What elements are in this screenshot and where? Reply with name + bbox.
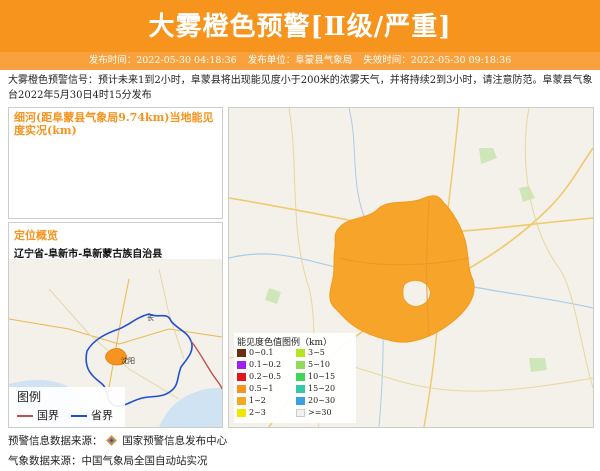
swatch-icon — [237, 373, 246, 381]
swatch-icon — [237, 385, 246, 393]
warning-meta-bar: 发布时间：2022-05-30 04:18:36 发布单位：阜蒙县气象局 失效时… — [0, 52, 600, 70]
location-text: 辽宁省-阜新市-阜新蒙古族自治县 — [14, 249, 163, 260]
vis-legend-item-6: 3~5 — [296, 348, 325, 358]
vis-legend-item-0: 0~0.1 — [237, 348, 274, 358]
warning-header: 大雾橙色预警[Ⅱ级/严重] 发布时间：2022-05-30 04:18:36 发… — [0, 0, 600, 70]
warning-source-link[interactable]: 国家预警信息发布中心 — [122, 435, 227, 447]
swatch-icon — [296, 349, 305, 357]
swatch-icon — [296, 385, 305, 393]
national-border-line-icon — [17, 415, 33, 417]
legend-province-border-label: 省界 — [91, 409, 113, 422]
warning-description: 大雾橙色预警信号：预计未来1到2小时，阜蒙县将出现能见度小于200米的浓雾天气，… — [8, 75, 593, 101]
legend-national-border: 国界 — [17, 409, 59, 423]
location-overview-panel: 定位概览 辽宁省-阜新市-阜新蒙古族自治县 长 沈阳 图例 国界 省界 — [8, 222, 223, 428]
station-panel-title: 细河(距阜蒙县气象局9.74km)当地能见度实况(km) — [14, 111, 214, 137]
vis-legend-item-11: >=30 — [296, 408, 332, 418]
publish-time: 发布时间：2022-05-30 04:18:36 — [88, 55, 237, 66]
vis-legend-item-4: 1~2 — [237, 396, 266, 406]
expire-time: 失效时间：2022-05-30 09:18:36 — [363, 55, 512, 66]
weather-source-line: 气象数据来源：中国气象局全国自动站实况 — [8, 455, 208, 467]
vis-legend-item-9: 15~20 — [296, 384, 335, 394]
warning-source-line: 预警信息数据来源： 国家预警信息发布中心 — [8, 433, 227, 448]
warning-source-label: 预警信息数据来源： — [8, 435, 103, 447]
visibility-legend-title: 能见度色值图例（km） — [237, 338, 332, 348]
vis-legend-item-10: 20~30 — [296, 396, 335, 406]
vis-legend-item-5: 2~3 — [237, 408, 266, 418]
map-label-city1: 长 — [147, 313, 154, 322]
map-legend-title: 图例 — [17, 390, 42, 404]
swatch-icon — [237, 409, 246, 417]
publisher: 发布单位：阜蒙县气象局 — [247, 55, 353, 66]
vis-legend-item-1: 0.1~0.2 — [237, 360, 281, 370]
swatch-icon — [296, 397, 305, 405]
legend-national-border-label: 国界 — [37, 409, 59, 422]
station-visibility-panel: 细河(距阜蒙县气象局9.74km)当地能见度实况(km) — [8, 107, 223, 219]
swatch-icon — [237, 397, 246, 405]
vis-legend-item-3: 0.5~1 — [237, 384, 274, 394]
swatch-icon — [296, 361, 305, 369]
warning-title: 大雾橙色预警[Ⅱ级/严重] — [148, 12, 452, 42]
legend-province-border: 省界 — [71, 409, 113, 423]
visibility-legend: 能见度色值图例（km） 0~0.1 0.1~0.2 0.2~0.5 0.5~1 … — [234, 333, 356, 423]
vis-legend-item-2: 0.2~0.5 — [237, 372, 281, 382]
vis-legend-item-7: 5~10 — [296, 360, 330, 370]
swatch-icon — [237, 349, 246, 357]
swatch-icon — [237, 361, 246, 369]
nmc-logo-icon — [105, 435, 117, 446]
location-title: 定位概览 — [14, 229, 58, 242]
province-border-line-icon — [71, 415, 87, 417]
map-label-city2: 沈阳 — [121, 356, 135, 365]
swatch-icon — [296, 409, 305, 417]
map-legend: 图例 国界 省界 — [9, 387, 125, 427]
vis-legend-item-8: 10~15 — [296, 372, 335, 382]
swatch-icon — [296, 373, 305, 381]
